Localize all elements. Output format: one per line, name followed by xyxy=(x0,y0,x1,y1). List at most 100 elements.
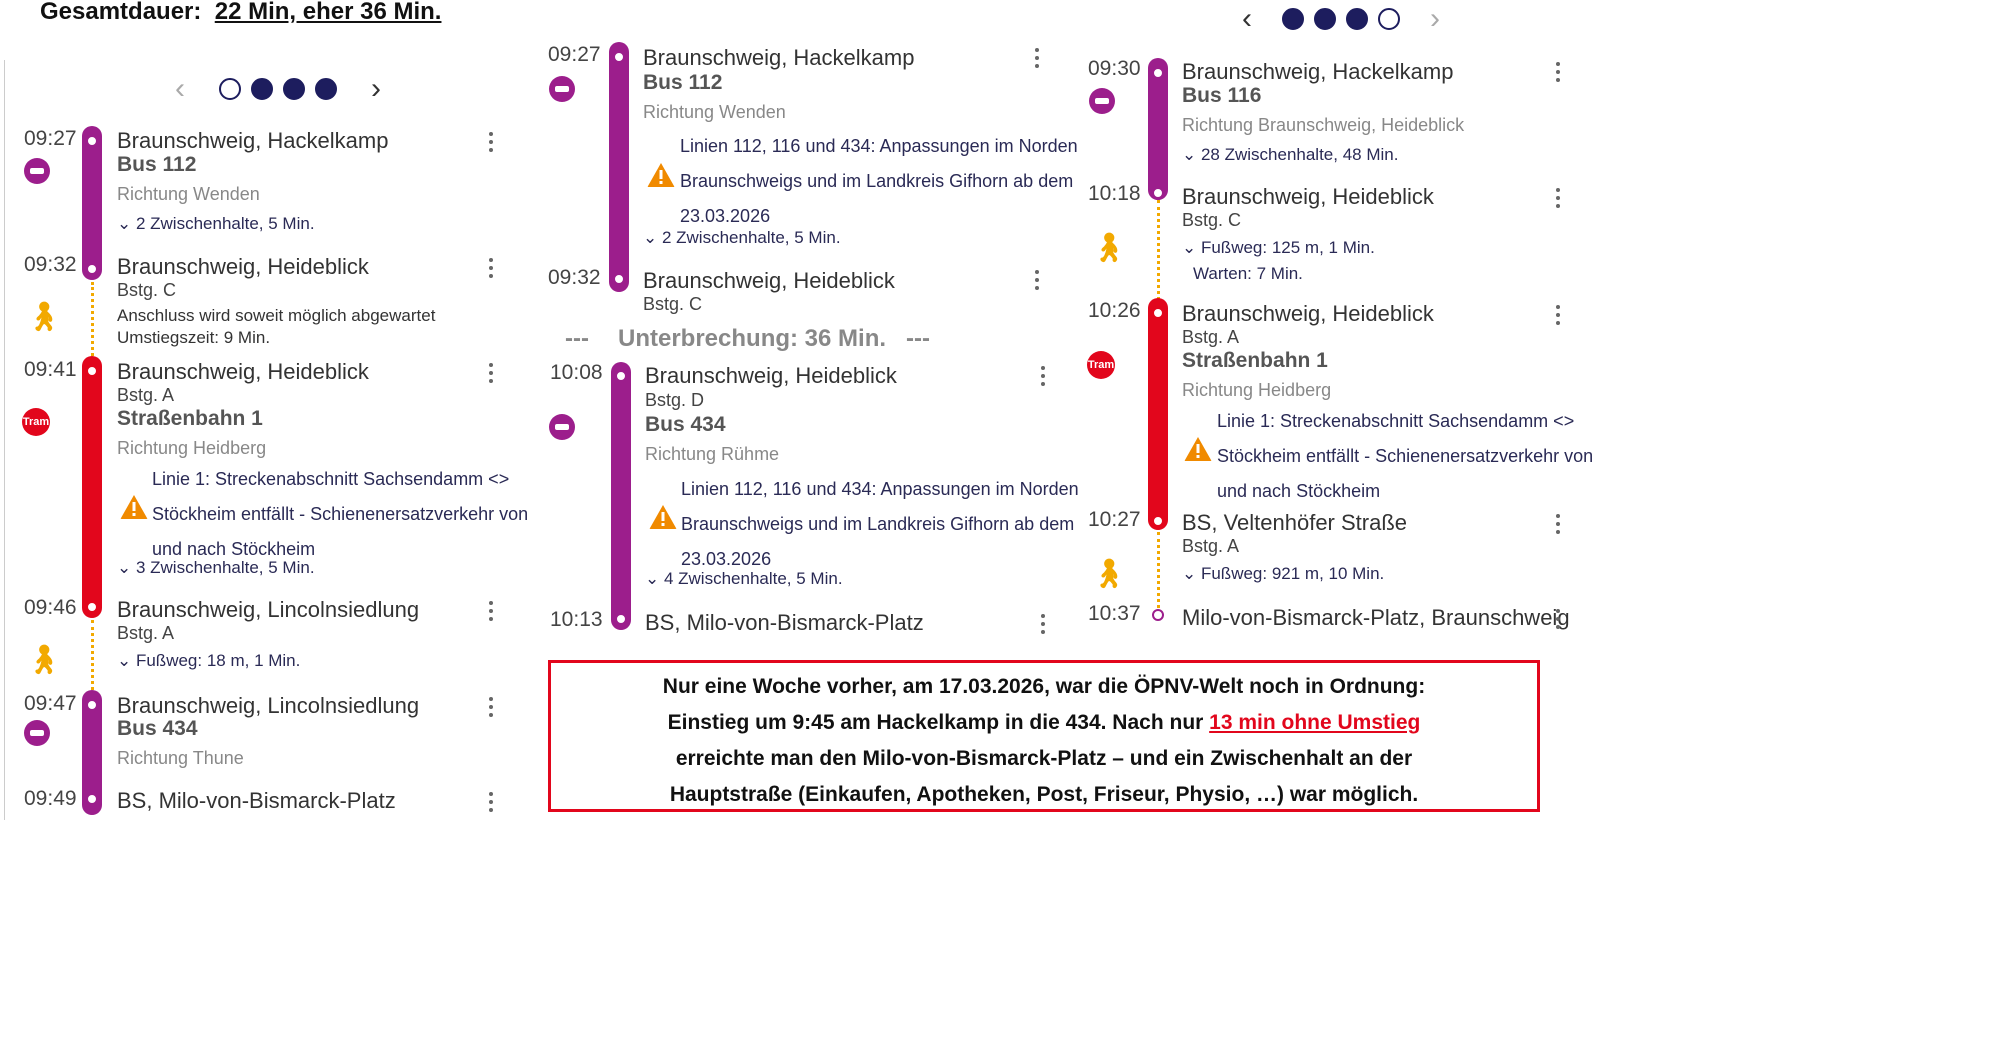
next-chevron-icon[interactable]: › xyxy=(371,72,381,106)
walk-info-toggle[interactable]: ⌄ Fußweg: 921 m, 10 Min. xyxy=(1182,564,1384,584)
more-options-icon[interactable] xyxy=(1554,188,1562,212)
more-options-icon[interactable] xyxy=(1039,614,1047,638)
stop-name[interactable]: Braunschweig, Lincolnsiedlung xyxy=(117,597,419,623)
stop-name[interactable]: Braunschweig, Heideblick xyxy=(1182,184,1434,210)
direction: Richtung Rühme xyxy=(645,444,780,464)
disruption-alert[interactable]: Linie 1: Streckenabschnitt Sachsendamm <… xyxy=(1217,404,1593,509)
stop-name[interactable]: Braunschweig, Hackelkamp xyxy=(1182,59,1453,85)
stop-node xyxy=(614,369,628,383)
intermediate-stops-toggle[interactable]: ⌄ 2 Zwischenhalte, 5 Min. xyxy=(643,228,841,248)
stop-name[interactable]: Milo-von-Bismarck-Platz, Braunschweig xyxy=(1182,605,1570,631)
more-options-icon[interactable] xyxy=(487,697,495,721)
more-options-icon[interactable] xyxy=(1033,48,1041,72)
direction: Richtung Heidberg xyxy=(1182,380,1332,400)
arrival-time: 10:27 xyxy=(1088,508,1141,531)
total-duration-label: Gesamtdauer: xyxy=(40,0,202,25)
stop-name[interactable]: Braunschweig, Heideblick xyxy=(117,254,369,280)
departure-time: 10:26 xyxy=(1088,299,1141,322)
direction: Richtung Thune xyxy=(117,748,244,768)
disruption-alert[interactable]: Linien 112, 116 und 434: Anpassungen im … xyxy=(681,472,1079,577)
departure-time: 10:08 xyxy=(550,361,603,384)
stop-node xyxy=(85,792,99,806)
note-highlight: 13 min ohne Umstieg xyxy=(1209,711,1421,734)
prev-chevron-icon[interactable]: ‹ xyxy=(1242,2,1252,36)
intermediate-stops-toggle[interactable]: ⌄ 3 Zwischenhalte, 5 Min. xyxy=(117,558,315,578)
warning-icon xyxy=(647,163,675,187)
connection-note: Anschluss wird soweit möglich abgewartet xyxy=(117,306,436,325)
pager-dot[interactable] xyxy=(251,78,273,100)
stop-name[interactable]: Braunschweig, Heideblick xyxy=(1182,301,1434,327)
line-name: Bus 434 xyxy=(645,413,726,436)
prev-chevron-icon[interactable]: ‹ xyxy=(175,72,185,106)
stop-node xyxy=(1151,306,1165,320)
stop-node xyxy=(612,272,626,286)
walking-person-icon: 🚶︎ xyxy=(1091,232,1127,263)
stop-name[interactable]: BS, Veltenhöfer Straße xyxy=(1182,510,1407,536)
disruption-alert[interactable]: Linie 1: Streckenabschnitt Sachsendamm <… xyxy=(152,462,528,567)
break-dashes: --- xyxy=(906,325,930,352)
pager-dot[interactable] xyxy=(1378,8,1400,30)
walking-person-icon: 🚶︎ xyxy=(26,301,62,332)
pager-dot[interactable] xyxy=(1314,8,1336,30)
intermediate-stops-toggle[interactable]: ⌄ 4 Zwischenhalte, 5 Min. xyxy=(645,569,843,589)
more-options-icon[interactable] xyxy=(1554,609,1562,633)
alert-line: Linien 112, 116 und 434: Anpassungen im … xyxy=(680,136,1078,156)
more-options-icon[interactable] xyxy=(487,792,495,816)
more-options-icon[interactable] xyxy=(487,601,495,625)
note-text: Einstieg um 9:45 am Hackelkamp in die 43… xyxy=(667,711,1210,734)
platform: Bstg. A xyxy=(1182,327,1240,347)
walking-person-icon: 🚶︎ xyxy=(1091,558,1127,589)
stop-node xyxy=(612,50,626,64)
stop-node xyxy=(85,262,99,276)
line-name: Bus 112 xyxy=(117,153,197,176)
departure-time: 09:41 xyxy=(24,358,77,381)
stop-node xyxy=(85,134,99,148)
walk-info-toggle[interactable]: ⌄ Fußweg: 125 m, 1 Min. xyxy=(1182,238,1375,258)
more-options-icon[interactable] xyxy=(1033,270,1041,294)
stop-name[interactable]: Braunschweig, Hackelkamp xyxy=(643,45,914,71)
stop-name[interactable]: Braunschweig, Heideblick xyxy=(117,359,369,385)
walk-info-toggle[interactable]: ⌄ Fußweg: 18 m, 1 Min. xyxy=(117,651,300,671)
bus-icon xyxy=(549,414,575,440)
stop-name[interactable]: Braunschweig, Hackelkamp xyxy=(117,128,388,154)
pager-dot[interactable] xyxy=(315,78,337,100)
wait-time: Warten: 7 Min. xyxy=(1193,264,1303,283)
more-options-icon[interactable] xyxy=(487,258,495,282)
platform: Bstg. D xyxy=(645,390,705,410)
line-name: Bus 112 xyxy=(643,71,723,94)
pager-dot[interactable] xyxy=(283,78,305,100)
arrival-time: 09:49 xyxy=(24,787,77,810)
pager-dot[interactable] xyxy=(1282,8,1304,30)
next-chevron-icon[interactable]: › xyxy=(1430,2,1440,36)
pager-dot[interactable] xyxy=(219,78,241,100)
stop-name[interactable]: Braunschweig, Heideblick xyxy=(643,268,895,294)
more-options-icon[interactable] xyxy=(1554,514,1562,538)
bus-icon xyxy=(24,158,50,184)
bus-icon xyxy=(1089,88,1115,114)
more-options-icon[interactable] xyxy=(1554,62,1562,86)
bus-segment-bar xyxy=(82,126,102,280)
stop-name[interactable]: Braunschweig, Lincolnsiedlung xyxy=(117,693,419,719)
bus-segment-bar xyxy=(609,42,629,292)
bus-segment-bar xyxy=(611,362,631,630)
more-options-icon[interactable] xyxy=(1554,305,1562,329)
direction: Richtung Braunschweig, Heideblick xyxy=(1182,115,1465,135)
stop-node xyxy=(1151,66,1165,80)
stop-node xyxy=(614,612,628,626)
pager-dot[interactable] xyxy=(1346,8,1368,30)
comparison-note-box: Nur eine Woche vorher, am 17.03.2026, wa… xyxy=(548,660,1540,812)
total-duration-headline: Gesamtdauer: 22 Min, eher 36 Min. xyxy=(40,0,441,26)
more-options-icon[interactable] xyxy=(1039,366,1047,390)
more-options-icon[interactable] xyxy=(487,363,495,387)
departure-time: 09:30 xyxy=(1088,57,1141,80)
warning-icon xyxy=(649,505,677,529)
stop-node xyxy=(85,364,99,378)
intermediate-stops-toggle[interactable]: ⌄ 2 Zwischenhalte, 5 Min. xyxy=(117,214,315,234)
intermediate-stops-toggle[interactable]: ⌄ 28 Zwischenhalte, 48 Min. xyxy=(1182,145,1398,165)
stop-name[interactable]: BS, Milo-von-Bismarck-Platz xyxy=(645,610,924,636)
stop-name[interactable]: Braunschweig, Heideblick xyxy=(645,363,897,389)
more-options-icon[interactable] xyxy=(487,132,495,156)
stop-name[interactable]: BS, Milo-von-Bismarck-Platz xyxy=(117,788,396,814)
departure-time: 09:27 xyxy=(548,43,601,66)
disruption-alert[interactable]: Linien 112, 116 und 434: Anpassungen im … xyxy=(680,129,1078,234)
